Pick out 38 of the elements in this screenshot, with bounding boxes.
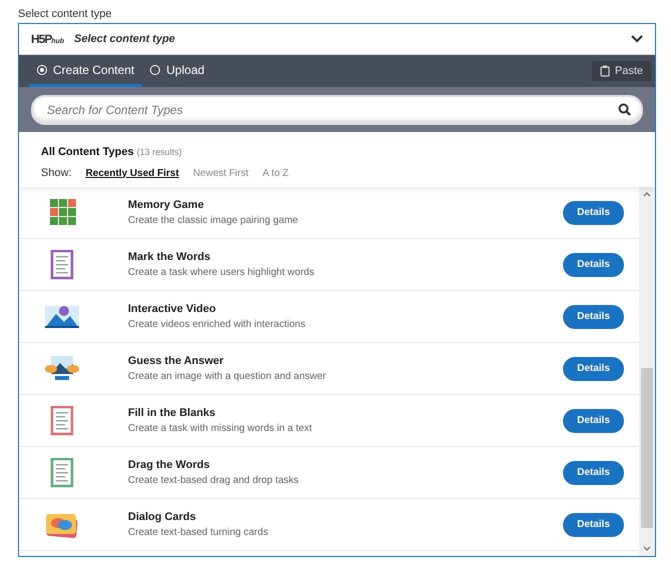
details-button[interactable]: Details: [563, 460, 624, 484]
item-title: Fill in the Blanks: [128, 407, 216, 419]
content-type-selector[interactable]: [18, 23, 656, 557]
item-description: Create text-based drag and drop tasks: [128, 475, 300, 486]
details-button[interactable]: Details: [563, 408, 624, 432]
item-title: Drag the Words: [128, 459, 211, 471]
results-title: All Content Types: [41, 146, 134, 158]
details-button[interactable]: Details: [563, 200, 624, 224]
show-label: Show:: [41, 167, 72, 179]
sort-option[interactable]: A to Z: [262, 168, 289, 178]
search-icon: [618, 102, 631, 116]
sort-option[interactable]: Newest First: [192, 168, 249, 178]
details-button[interactable]: Details: [563, 304, 624, 328]
paste-button[interactable]: Paste: [592, 61, 651, 81]
item-description: Create a task where users highlight words: [128, 267, 316, 278]
chevron-down-icon: [631, 35, 643, 43]
sort-option[interactable]: Recently Used First: [86, 168, 179, 178]
results-count: (13 results): [136, 147, 182, 157]
item-description: Create a task with missing words in a text: [128, 423, 313, 434]
item-description: Create videos enriched with interactions: [128, 319, 306, 330]
item-title: Dialog Cards: [128, 511, 197, 523]
item-title: Guess the Answer: [128, 355, 225, 367]
scrollbar-thumb[interactable]: [641, 368, 653, 528]
details-button[interactable]: Details: [563, 252, 624, 276]
item-title: Memory Game: [128, 199, 205, 211]
item-description: Create the classic image pairing game: [128, 215, 300, 226]
search-field[interactable]: Search for Content Types: [31, 94, 643, 124]
item-title: Mark the Words: [128, 251, 212, 263]
tab[interactable]: Upload: [142, 55, 212, 87]
item-description: Create an image with a question and answer: [128, 371, 327, 382]
item-title: Interactive Video: [128, 303, 217, 315]
header-title: Select content type: [74, 33, 176, 45]
clipboard-icon: [600, 65, 610, 77]
details-button[interactable]: Details: [563, 512, 624, 536]
scrollbar[interactable]: [639, 187, 655, 556]
item-description: Create text-based turning cards: [128, 527, 270, 538]
field-label: Select content type: [18, 8, 112, 20]
details-button[interactable]: Details: [563, 356, 624, 380]
